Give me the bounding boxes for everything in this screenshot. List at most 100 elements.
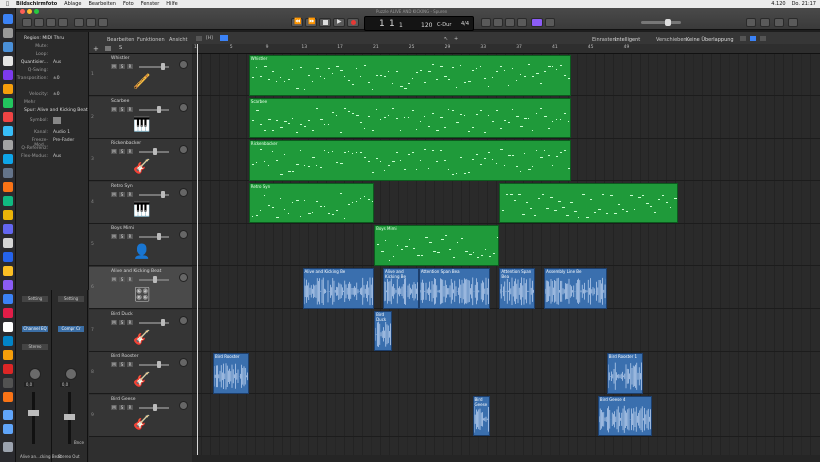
track-lane[interactable] (192, 224, 820, 267)
menu-fenster[interactable]: Fenster (141, 0, 160, 8)
audio-region[interactable]: Bird Rooster (213, 353, 249, 394)
compressor-slot[interactable]: Compr Cr (58, 326, 84, 332)
rewind-button[interactable]: ⏪ (291, 18, 303, 27)
setting-button[interactable]: Setting (58, 296, 84, 302)
solo-button[interactable]: S (119, 234, 125, 240)
flex-icon[interactable] (220, 35, 228, 41)
solo-button[interactable]: S (119, 362, 125, 368)
catch-icon[interactable] (196, 36, 202, 41)
track-name[interactable]: Bird Duck (111, 312, 133, 317)
calendar-icon[interactable] (3, 56, 13, 66)
record-enable-button[interactable]: R (127, 277, 133, 282)
ruler[interactable]: 1 5 9 13 17 21 25 29 33 37 41 45 49 (192, 44, 820, 54)
loop-browser-button[interactable] (774, 18, 784, 27)
pan-knob[interactable] (179, 400, 188, 410)
mute-button[interactable]: M (111, 319, 117, 325)
pan-knob[interactable] (179, 102, 188, 112)
horizontal-scrollbar[interactable] (192, 455, 820, 462)
inspector-row[interactable]: Q-Referenz: (18, 146, 88, 152)
mixer-button[interactable] (86, 18, 96, 27)
menu-functions[interactable]: Funktionen (137, 37, 165, 43)
keynote-icon[interactable] (3, 224, 13, 234)
horizontal-zoom-icon[interactable] (760, 36, 766, 41)
pan-knob[interactable] (29, 368, 41, 380)
app-icon[interactable] (3, 350, 13, 360)
mute-button[interactable]: M (111, 106, 117, 112)
record-enable-button[interactable]: R (127, 362, 133, 368)
mute-button[interactable]: M (111, 234, 117, 240)
snap-select[interactable]: Intelligent (615, 37, 640, 43)
track-header-4[interactable]: 4 Retro Syn M S R 🎹 (89, 181, 192, 224)
record-enable-button[interactable]: R (127, 64, 133, 69)
inspector-row[interactable]: Q-Swing: (18, 68, 88, 74)
solo-button[interactable]: S (119, 319, 125, 325)
app-icon[interactable] (3, 336, 13, 346)
solo-button[interactable]: S (119, 106, 125, 112)
midi-region[interactable]: Scarbee (248, 97, 571, 139)
track-header-1[interactable]: 1 Whistler M S R 🪈 (89, 54, 192, 96)
pan-knob[interactable] (179, 145, 188, 155)
app-icon[interactable] (3, 378, 13, 388)
output-slot[interactable]: Stereo (22, 344, 48, 350)
slider-knob[interactable] (157, 233, 161, 241)
track-header-3[interactable]: 3 Rickenbacker M S R 🎸 (89, 139, 192, 182)
stop-button[interactable] (319, 18, 331, 27)
track-lane[interactable] (192, 395, 820, 437)
slider-knob[interactable] (161, 318, 165, 326)
track-header-7[interactable]: 7 Bird Duck M S R 🎸 (89, 309, 192, 352)
slider-knob[interactable] (157, 361, 161, 369)
solo-button[interactable]: S (119, 404, 125, 410)
pan-knob[interactable] (179, 230, 188, 240)
eq-slot[interactable]: Channel EQ (22, 326, 48, 332)
pan-knob[interactable] (179, 315, 188, 325)
record-enable-button[interactable]: R (127, 319, 133, 325)
mail-icon[interactable] (3, 126, 13, 136)
info-button[interactable] (34, 18, 44, 27)
track-header-9[interactable]: 9 Bird Geese M S R 🎸 (89, 394, 192, 437)
premiere-icon[interactable] (3, 70, 13, 80)
pan-knob[interactable] (179, 273, 188, 282)
slider-knob[interactable] (157, 105, 161, 113)
minimize-icon[interactable] (27, 9, 32, 14)
pointer-tool-icon[interactable]: ↖ (444, 36, 448, 42)
audio-region[interactable]: Bird Rooster 1 (606, 353, 643, 394)
menu-app[interactable]: Bildschirmfoto (16, 0, 57, 8)
launchpad-icon[interactable] (3, 28, 13, 38)
master-button[interactable] (545, 18, 555, 27)
audio-region[interactable]: Alive and Kicking Be (383, 268, 419, 309)
count-in-button[interactable] (531, 18, 543, 27)
slider-knob[interactable] (161, 190, 165, 198)
arrange-area[interactable]: Whistler Scarbee Rickenbacker Retro Syn Boys… (192, 54, 820, 462)
pan-knob[interactable] (65, 368, 77, 380)
track-header-2[interactable]: 2 Scarbee M S R 🎹 (89, 96, 192, 139)
menu-bearbeiten[interactable]: Bearbeiten (88, 0, 115, 8)
app-icon[interactable] (3, 322, 13, 332)
solo-button[interactable]: S (119, 149, 125, 155)
mute-button[interactable]: M (111, 149, 117, 155)
inspector-row[interactable]: Mute: (18, 44, 88, 50)
record-button[interactable] (347, 18, 359, 27)
lcd-display[interactable]: 1 1 1 120 C-Dur 4/4 (364, 16, 474, 31)
apple-icon[interactable]:  (6, 0, 9, 8)
track-name[interactable]: Retro Syn (111, 184, 133, 189)
library-button[interactable] (22, 18, 32, 27)
track-name[interactable]: Alive and Kicking Beat (111, 269, 161, 274)
vertical-zoom-icon[interactable] (750, 36, 756, 41)
app-icon[interactable] (3, 308, 13, 318)
menu-view[interactable]: Ansicht (169, 37, 187, 43)
inspector-row[interactable]: Kanal: Audio 1 (18, 130, 88, 136)
track-name[interactable]: Rickenbacker (111, 141, 141, 146)
photos-icon[interactable] (3, 84, 13, 94)
slider-knob[interactable] (665, 19, 671, 26)
track-lane[interactable] (192, 310, 820, 352)
more-disclosure[interactable]: Mehr (18, 100, 88, 106)
browser-button[interactable] (788, 18, 798, 27)
track-name[interactable]: Whistler (111, 56, 130, 61)
tuner-button[interactable] (493, 18, 503, 27)
folder-icon[interactable] (105, 46, 111, 51)
record-enable-button[interactable]: R (127, 149, 133, 155)
textedit-icon[interactable] (3, 238, 13, 248)
midi-region[interactable]: Boys Mimi (374, 225, 500, 266)
audio-region[interactable]: Bird Duck (374, 310, 392, 352)
solo-button[interactable]: S (119, 64, 125, 69)
